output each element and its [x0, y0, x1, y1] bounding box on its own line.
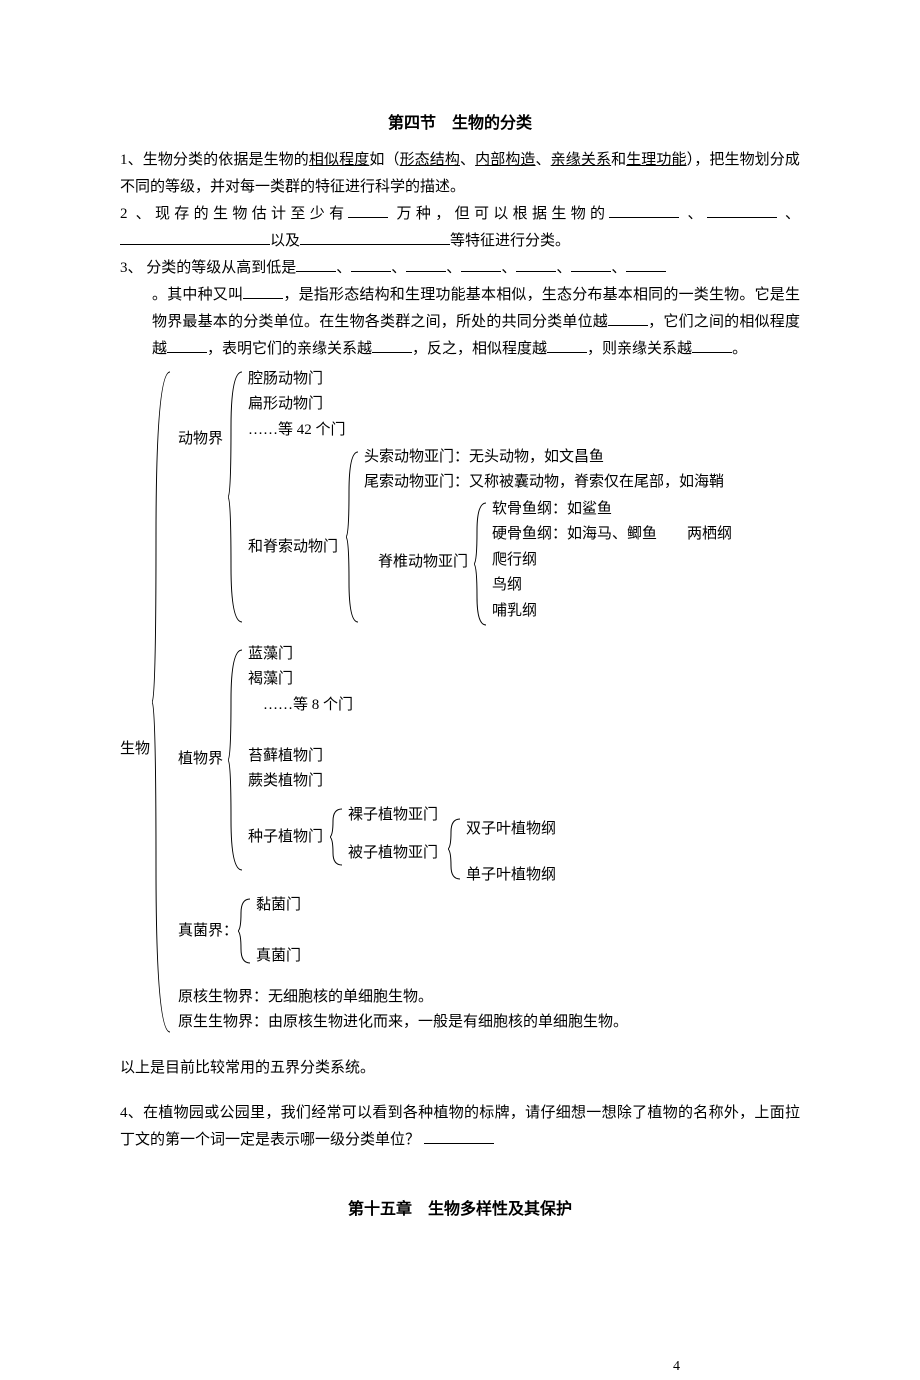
- tree-item: [256, 918, 301, 944]
- tree-item: 黏菌门: [256, 893, 301, 919]
- blank: [609, 217, 679, 218]
- q3-body: 。其中种又叫，是指形态结构和生理功能基本相似，生态分布基本相同的一类生物。它是生…: [120, 282, 800, 363]
- blank: [608, 325, 648, 326]
- q3-sep: 、: [336, 260, 351, 276]
- brace-icon: [346, 447, 360, 627]
- brace-icon: [448, 815, 462, 883]
- blank: [167, 352, 207, 353]
- blank: [516, 271, 556, 272]
- seed-plant-label: 种子植物门: [248, 825, 323, 851]
- blank: [243, 298, 283, 299]
- q2-f: 等特征进行分类。: [450, 233, 570, 249]
- tree-item: 蕨类植物门: [248, 769, 353, 795]
- q3-g: ，则亲缘关系越: [587, 341, 692, 357]
- blank: [424, 1143, 494, 1144]
- blank: [547, 352, 587, 353]
- question-1: 1、生物分类的依据是生物的相似程度如（形态结构、内部构造、亲缘关系和生理功能），…: [120, 147, 800, 201]
- blank: [348, 217, 388, 218]
- q2-a: 2 、现存的生物估计至少有: [120, 206, 348, 222]
- tree-item: 苔藓植物门: [248, 744, 353, 770]
- q3-f: ，反之，相似程度越: [412, 341, 547, 357]
- q3-sep: 、: [446, 260, 461, 276]
- q3-e: ，表明它们的亲缘关系越: [207, 341, 372, 357]
- chapter-title: 第十五章 生物多样性及其保护: [120, 1196, 800, 1225]
- page-number: 4: [673, 1354, 680, 1379]
- brace-icon: [238, 895, 252, 967]
- brace-icon: [330, 805, 344, 869]
- q1-u1: 相似程度: [309, 152, 369, 168]
- tree-item: 扁形动物门: [248, 392, 346, 418]
- tree-item: 尾索动物亚门：又称被囊动物，脊索仅在尾部，如海鞘: [364, 470, 724, 496]
- q2-c: 、: [679, 206, 706, 222]
- blank: [300, 244, 450, 245]
- blank: [461, 271, 501, 272]
- q2-b: 万种，但可以根据生物的: [388, 206, 609, 222]
- tree-item: 头索动物亚门：无头动物，如文昌鱼: [364, 445, 724, 471]
- q3-b-pre: 。其中种又叫: [152, 287, 243, 303]
- kingdom-fungi-label: 真菌界：: [178, 919, 238, 945]
- tree-item: 蓝藻门: [248, 642, 353, 668]
- q1-u5: 生理功能: [626, 152, 686, 168]
- q1-sep1: 、: [460, 152, 475, 168]
- kingdom-animal-label: 动物界: [178, 427, 223, 453]
- tree-item: ……等 42 个门: [248, 418, 346, 444]
- tree-item: 单子叶植物纲: [466, 863, 556, 889]
- q1-u4: 亲缘关系: [551, 152, 611, 168]
- tree-item: 原生生物界：由原核生物进化而来，一般是有细胞核的单细胞生物。: [178, 1010, 628, 1036]
- tree-item: 软骨鱼纲：如鲨鱼: [492, 497, 732, 523]
- blank: [626, 271, 666, 272]
- q1-prefix: 1、生物分类的依据是生物的: [120, 152, 309, 168]
- question-3: 3、 分类的等级从高到低是 、 、 、 、 、 、 。其中种又叫，是指形态结构和生理功能基本…: [120, 255, 800, 363]
- tree-item: [248, 718, 353, 744]
- q3-h: 。: [732, 341, 747, 357]
- tree-item: ……等 8 个门: [248, 693, 353, 719]
- classification-tree: 生物 动物界 腔肠动物门 扁形动物门 ……等 42 个门 和脊索动物门 头索动物…: [120, 367, 800, 1037]
- tree-item: 腔肠动物门: [248, 367, 346, 393]
- blank: [120, 244, 270, 245]
- tree-item: 双子叶植物纲: [466, 817, 556, 843]
- brace-icon: [228, 367, 244, 627]
- after-tree-text: 以上是目前比较常用的五界分类系统。: [120, 1055, 800, 1082]
- blank: [692, 352, 732, 353]
- question-4: 4、在植物园或公园里，我们经常可以看到各种植物的标牌，请仔细想一想除了植物的名称…: [120, 1100, 800, 1154]
- q1-sep2: 、: [536, 152, 551, 168]
- q3-sep: 、: [391, 260, 406, 276]
- tree-item: 被子植物亚门: [348, 841, 438, 867]
- question-2: 2 、现存的生物估计至少有 万种，但可以根据生物的 、 、以及 等特征进行分类。: [120, 201, 800, 255]
- blank: [351, 271, 391, 272]
- brace-icon: [152, 367, 172, 1037]
- brace-icon: [228, 645, 244, 875]
- section-title: 第四节 生物的分类: [120, 110, 800, 139]
- q3-sep: 、: [611, 260, 626, 276]
- q3-sep: 、: [556, 260, 571, 276]
- vertebrata-label: 脊椎动物亚门: [378, 550, 468, 576]
- q2-d: 、: [777, 206, 800, 222]
- tree-item: 鸟纲: [492, 573, 732, 599]
- q1-mid1: 如（: [369, 152, 399, 168]
- blank: [296, 271, 336, 272]
- blank: [571, 271, 611, 272]
- tree-item: 褐藻门: [248, 667, 353, 693]
- tree-item: 真菌门: [256, 944, 301, 970]
- blank: [372, 352, 412, 353]
- tree-item: 原核生物界：无细胞核的单细胞生物。: [178, 985, 628, 1011]
- q1-u3: 内部构造: [475, 152, 535, 168]
- tree-root-label: 生物: [120, 737, 150, 763]
- tree-item: 硬骨鱼纲：如海马、鲫鱼 两栖纲: [492, 522, 732, 548]
- q1-mid2: 和: [611, 152, 626, 168]
- blank: [707, 217, 777, 218]
- q3-sep: 、: [501, 260, 516, 276]
- kingdom-plant-label: 植物界: [178, 747, 223, 773]
- q2-e: 以及: [270, 233, 300, 249]
- blank: [406, 271, 446, 272]
- q1-u2: 形态结构: [400, 152, 460, 168]
- q4-text: 4、在植物园或公园里，我们经常可以看到各种植物的标牌，请仔细想一想除了植物的名称…: [120, 1105, 800, 1148]
- tree-item: 哺乳纲: [492, 599, 732, 625]
- tree-item: 爬行纲: [492, 548, 732, 574]
- tree-item: 裸子植物亚门: [348, 803, 438, 829]
- q3-a: 3、 分类的等级从高到低是: [120, 260, 296, 276]
- chordata-label: 和脊索动物门: [248, 535, 338, 561]
- brace-icon: [474, 499, 488, 629]
